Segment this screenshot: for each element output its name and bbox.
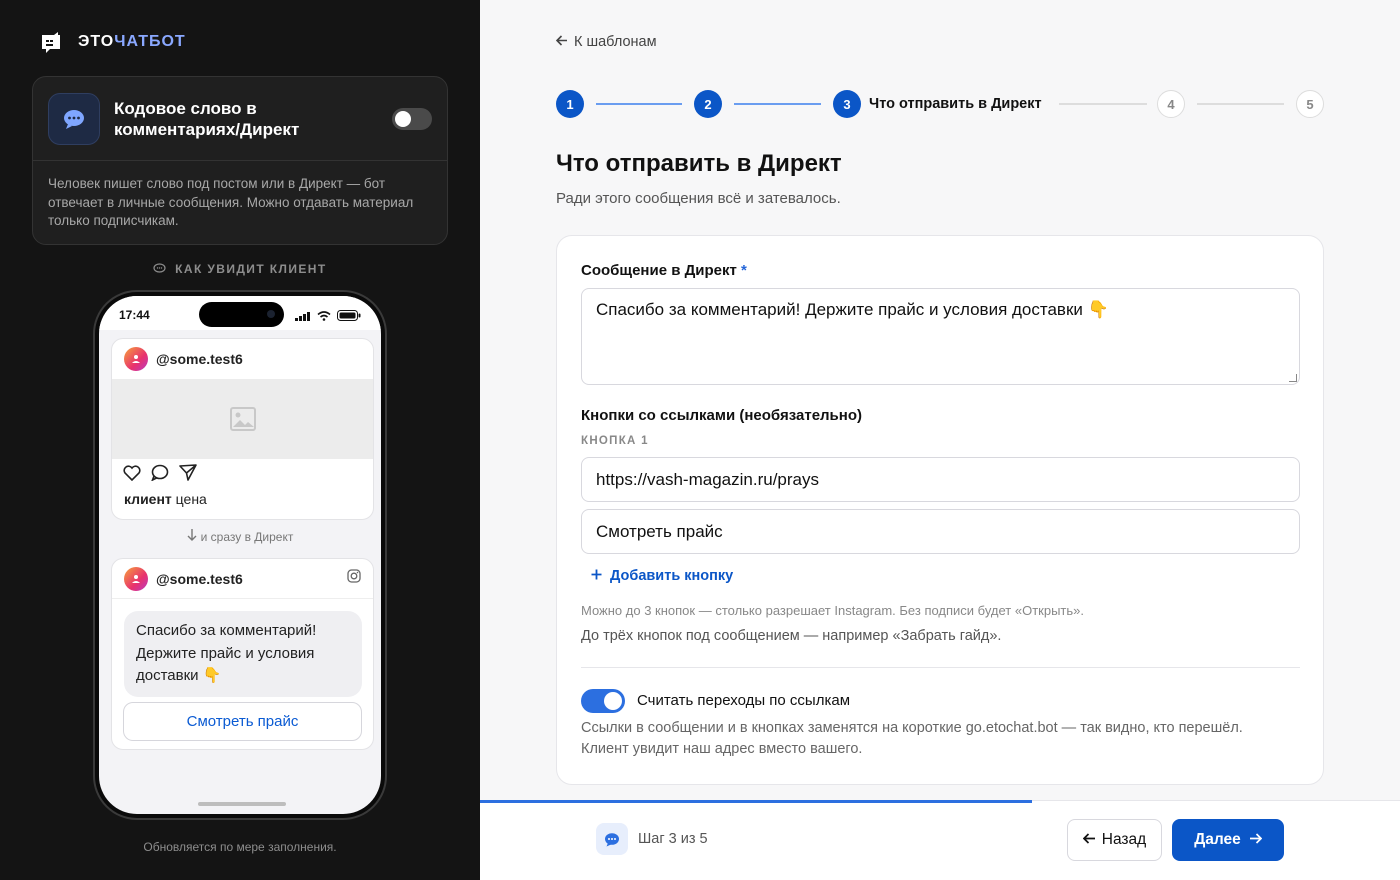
button1-text-input[interactable]: Смотреть прайс	[581, 509, 1300, 554]
buttons-label: Кнопки со ссылками (необязательно)	[581, 407, 863, 424]
track-clicks-label: Считать переходы по ссылкам	[637, 692, 851, 709]
step-1[interactable]: 1	[556, 90, 584, 118]
battery-icon	[337, 308, 361, 326]
wizard-footer: Шаг 3 из 5 Назад Далее	[480, 800, 1400, 880]
avatar	[124, 566, 148, 591]
message-form: Сообщение в Директ * Спасибо за коммента…	[556, 235, 1324, 785]
comment-icon	[151, 464, 169, 486]
step-connector	[1059, 103, 1147, 105]
chat-bubble-icon	[596, 823, 628, 855]
brand[interactable]: ЭТОЧАТБОТ	[40, 30, 186, 54]
preview-label: КАК УВИДИТ КЛИЕНТ	[0, 262, 480, 276]
wizard-panel: К шаблонам 1 2 3 Что отправить в Директ …	[480, 0, 1400, 880]
step-connector	[734, 103, 821, 105]
message-textarea[interactable]: Спасибо за комментарий! Держите прайс и …	[581, 288, 1300, 385]
dm-message-bubble: Спасибо за комментарий! Держите прайс и …	[124, 611, 362, 697]
page-subtitle: Ради этого сообщения всё и затевалось.	[556, 190, 841, 207]
button1-label: КНОПКА 1	[581, 435, 649, 447]
phone-mockup: 17:44 @some.test6 клиент цена и сразу в …	[93, 290, 387, 820]
heart-icon	[123, 464, 141, 486]
step-2[interactable]: 2	[694, 90, 722, 118]
image-placeholder-icon	[112, 379, 373, 459]
send-icon	[179, 464, 197, 486]
signal-icon	[295, 308, 311, 326]
resize-handle-icon[interactable]	[1289, 374, 1297, 382]
chat-bubble-icon	[48, 92, 100, 145]
track-clicks-description: Ссылки в сообщении и в кнопках заменятся…	[581, 720, 1243, 757]
step-3[interactable]: 3	[833, 90, 861, 118]
step-4[interactable]: 4	[1157, 90, 1185, 118]
feature-toggle[interactable]	[392, 107, 432, 130]
step-indicator: Шаг 3 из 5	[596, 823, 708, 855]
speech-bubble-icon	[153, 262, 175, 276]
arrow-left-icon	[1082, 831, 1096, 849]
plus-icon	[591, 568, 602, 584]
message-label: Сообщение в Директ *	[581, 262, 747, 279]
preview-footnote: Обновляется по мере заполнения.	[143, 840, 337, 854]
back-to-templates-link[interactable]: К шаблонам	[555, 34, 657, 50]
buttons-limit-hint: Можно до 3 кнопок — столько разрешает In…	[581, 603, 1084, 618]
phone-status-bar: 17:44	[99, 296, 381, 330]
arrow-down-icon	[187, 528, 197, 545]
buttons-example-hint: До трёх кнопок под сообщением — например…	[581, 628, 1002, 644]
instagram-post-preview: @some.test6 клиент цена	[111, 338, 374, 520]
feature-description: Человек пишет слово под постом или в Дир…	[48, 176, 414, 228]
add-button-link[interactable]: Добавить кнопку	[591, 568, 733, 584]
progress-bar	[480, 800, 1032, 803]
divider	[581, 667, 1300, 668]
instagram-icon	[347, 569, 361, 588]
button1-url-input[interactable]: https://vash-magazin.ru/prays	[581, 457, 1300, 502]
step-connector	[596, 103, 682, 105]
feature-card: Кодовое слово в комментариях/Директ Чело…	[32, 76, 448, 245]
feature-title: Кодовое слово в комментариях/Директ	[114, 98, 300, 139]
stepper: 1 2 3 Что отправить в Директ 4 5	[556, 90, 1324, 118]
dm-link-button[interactable]: Смотреть прайс	[123, 701, 362, 741]
page-title: Что отправить в Директ	[556, 150, 842, 177]
home-indicator	[198, 802, 286, 806]
brand-name: ЭТОЧАТБОТ	[78, 33, 186, 50]
preview-panel: ЭТОЧАТБОТ Кодовое слово в комментариях/Д…	[0, 0, 480, 880]
avatar	[124, 347, 148, 371]
wifi-icon	[317, 308, 331, 326]
dynamic-island	[199, 302, 284, 327]
chatbot-logo-icon	[40, 30, 62, 54]
phone-time: 17:44	[119, 308, 150, 322]
direct-message-preview: @some.test6 Спасибо за комментарий! Держ…	[111, 558, 374, 750]
flow-note: и сразу в Директ	[99, 528, 381, 545]
arrow-left-icon	[555, 34, 568, 50]
dm-handle: @some.test6	[156, 570, 243, 587]
next-button[interactable]: Далее	[1172, 819, 1284, 861]
post-handle: @some.test6	[156, 351, 243, 367]
post-caption: клиент цена	[124, 491, 207, 507]
step-connector	[1197, 103, 1284, 105]
back-button[interactable]: Назад	[1067, 819, 1162, 861]
current-step-label: Что отправить в Директ	[869, 96, 1042, 112]
arrow-right-icon	[1249, 831, 1262, 849]
step-5[interactable]: 5	[1296, 90, 1324, 118]
track-clicks-toggle[interactable]	[581, 689, 625, 713]
